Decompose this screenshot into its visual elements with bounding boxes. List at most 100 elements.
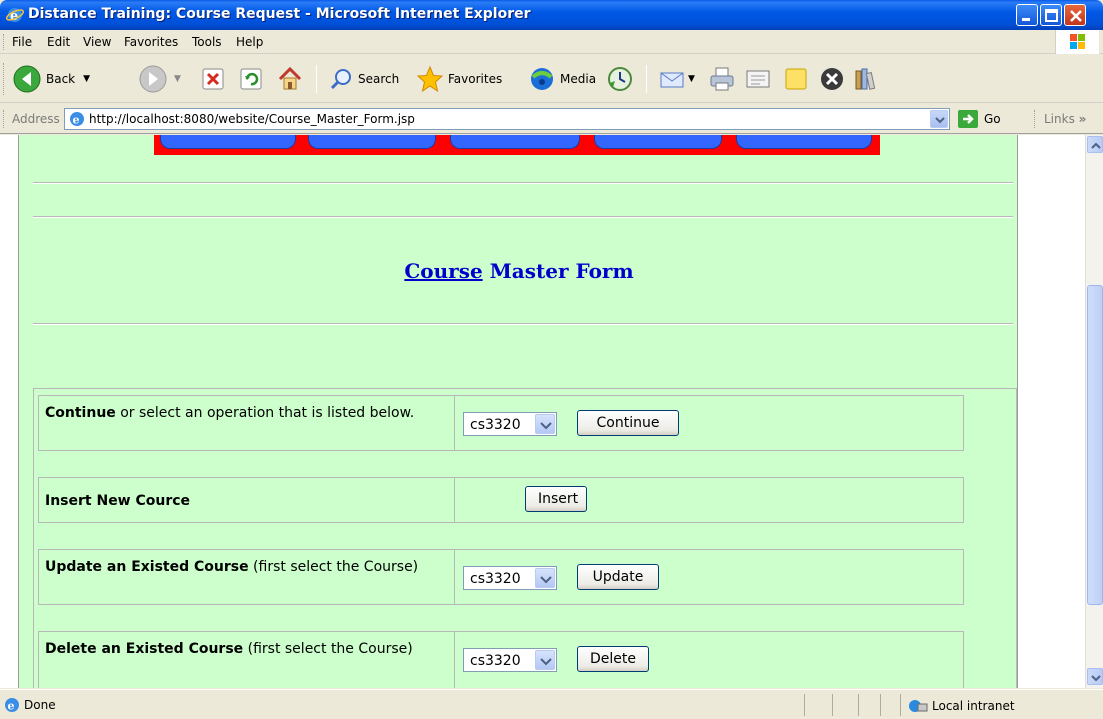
menu-edit[interactable]: Edit (47, 35, 70, 49)
menu-tools[interactable]: Tools (192, 35, 222, 49)
go-arrow-icon (958, 110, 978, 128)
course-select[interactable]: cs3320 (463, 412, 557, 436)
page-viewport: Course Master Form Continue or select an… (0, 135, 1085, 688)
course-select[interactable]: cs3320 (463, 648, 557, 672)
edit-button[interactable] (744, 63, 772, 95)
continue-row: Continue or select an operation that is … (38, 395, 964, 451)
page-done-icon: e (5, 698, 19, 713)
menu-view[interactable]: View (83, 35, 111, 49)
toolbar-separator (646, 65, 647, 93)
svg-text:e: e (73, 114, 80, 127)
nav-tab[interactable] (450, 135, 580, 149)
chevron-down-icon[interactable] (535, 568, 555, 588)
course-select[interactable]: cs3320 (463, 566, 557, 590)
insert-button[interactable]: Insert (525, 486, 587, 512)
menu-bar: File Edit View Favorites Tools Help (0, 30, 1103, 54)
status-panel (900, 694, 901, 716)
media-icon (531, 68, 553, 90)
continue-button[interactable]: Continue (577, 410, 679, 436)
forward-button[interactable]: ▼ (138, 63, 181, 95)
refresh-icon (240, 68, 262, 90)
status-bar: e Done Local intranet (0, 689, 1103, 719)
chevron-down-icon[interactable] (535, 650, 555, 670)
row-label-cell: Insert New Cource (39, 478, 455, 522)
chevron-down-icon[interactable] (535, 414, 555, 434)
scroll-thumb[interactable] (1087, 285, 1103, 605)
close-circle-icon (821, 68, 843, 90)
chevron-down-icon (1091, 675, 1101, 682)
discuss-button[interactable] (782, 63, 810, 95)
refresh-button[interactable] (238, 63, 264, 95)
page-title: Course Master Form (404, 259, 634, 283)
status-panel (880, 694, 881, 716)
status-panel (858, 694, 859, 716)
address-input[interactable]: e http://localhost:8080/website/Course_M… (64, 108, 950, 130)
scroll-down-button[interactable] (1087, 668, 1103, 685)
nav-tab[interactable] (308, 135, 436, 149)
svg-text:e: e (8, 700, 15, 713)
print-icon (710, 67, 734, 91)
forward-dropdown-icon[interactable]: ▼ (174, 74, 181, 84)
row-label-cell: Update an Existed Course (first select t… (39, 550, 455, 604)
history-button[interactable] (606, 63, 634, 95)
menu-file[interactable]: File (12, 35, 32, 49)
research-button[interactable] (852, 63, 880, 95)
edit-page-icon (746, 70, 770, 88)
chevron-down-icon (935, 117, 945, 124)
divider (33, 216, 1013, 218)
row-label: Continue or select an operation that is … (45, 405, 415, 421)
go-button[interactable]: Go (958, 110, 1001, 128)
links-grip (1034, 110, 1037, 128)
chevron-up-icon (1091, 142, 1101, 149)
status-panel (832, 694, 833, 716)
delete-row: Delete an Existed Course (first select t… (38, 631, 964, 688)
mail-button[interactable]: ▼ (658, 63, 695, 95)
update-row: Update an Existed Course (first select t… (38, 549, 964, 605)
divider (33, 323, 1013, 325)
status-text: Done (24, 698, 56, 712)
insert-row: Insert New Cource Insert (38, 477, 964, 523)
scroll-up-button[interactable] (1087, 136, 1103, 153)
maximize-button[interactable] (1040, 4, 1062, 26)
title-bar: e Distance Training: Course Request - Mi… (0, 0, 1103, 30)
favorites-button[interactable]: Favorites (416, 63, 502, 95)
research-books-icon (855, 68, 876, 90)
mail-dropdown-icon[interactable]: ▼ (688, 74, 695, 84)
search-button[interactable]: Search (328, 63, 399, 95)
course-link[interactable]: Course (404, 259, 482, 283)
page-body: Course Master Form Continue or select an… (18, 135, 1018, 688)
address-dropdown-button[interactable] (930, 110, 948, 128)
nav-tab[interactable] (736, 135, 872, 149)
toolbar-grip (3, 63, 6, 95)
back-dropdown-icon[interactable]: ▼ (83, 74, 90, 84)
nav-tab[interactable] (160, 135, 296, 149)
intranet-icon (909, 700, 928, 712)
chevron-right-icon: » (1078, 112, 1087, 126)
vertical-scrollbar[interactable] (1085, 135, 1103, 688)
messenger-button[interactable] (818, 63, 846, 95)
ie-icon: e (6, 8, 24, 24)
media-button[interactable]: Media (528, 63, 596, 95)
menu-help[interactable]: Help (236, 35, 263, 49)
home-button[interactable] (276, 63, 304, 95)
nav-tab[interactable] (594, 135, 722, 149)
security-zone: Local intranet (906, 698, 1015, 714)
print-button[interactable] (708, 63, 736, 95)
update-button[interactable]: Update (577, 564, 659, 590)
menu-grip (3, 34, 6, 50)
close-button[interactable] (1064, 4, 1086, 26)
stop-button[interactable] (200, 63, 226, 95)
row-label: Delete an Existed Course (first select t… (45, 641, 413, 657)
back-button[interactable]: Back ▼ (12, 63, 90, 95)
links-button[interactable]: Links » (1044, 112, 1086, 126)
forward-arrow-icon (139, 65, 167, 93)
operations-table: Continue or select an operation that is … (33, 388, 1017, 688)
url-text: http://localhost:8080/website/Course_Mas… (89, 112, 415, 126)
minimize-button[interactable] (1016, 4, 1038, 26)
stop-icon (202, 68, 224, 90)
menu-favorites[interactable]: Favorites (124, 35, 178, 49)
delete-button[interactable]: Delete (577, 646, 649, 672)
nav-banner (154, 135, 880, 155)
mail-icon (660, 72, 684, 88)
favorites-star-icon (416, 65, 444, 93)
